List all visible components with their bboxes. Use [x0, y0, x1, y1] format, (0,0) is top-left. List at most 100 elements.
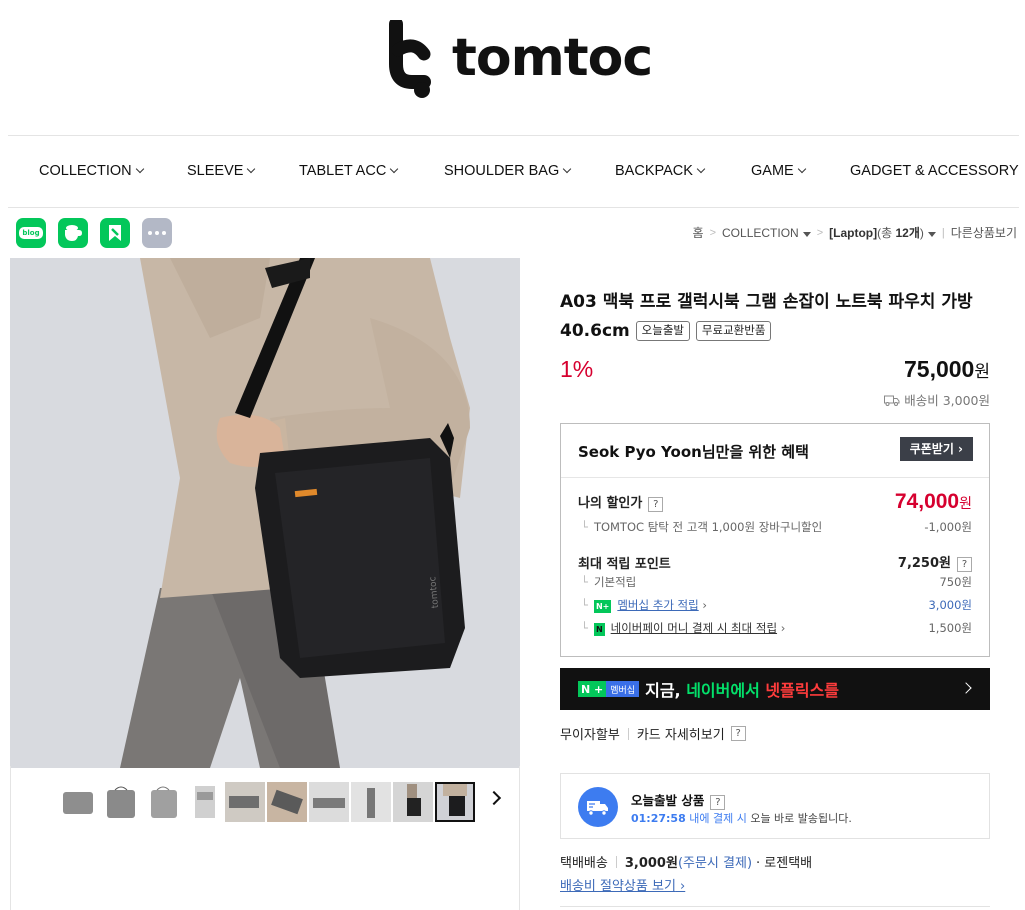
nav-backpack[interactable]: BACKPACK	[615, 163, 706, 179]
nav-sleeve[interactable]: SLEEVE	[187, 163, 256, 179]
coupon-button-label: 쿠폰받기	[909, 442, 954, 456]
nav-label: BACKPACK	[615, 163, 693, 179]
today-shipping-title-text: 오늘출발 상품	[631, 793, 705, 808]
discount-rate: 1%	[560, 356, 594, 382]
brand-logo[interactable]: tomtoc	[384, 20, 653, 100]
membership-points-row: N+멤버십 추가 적립 › 3,000원	[581, 597, 972, 613]
thumbnail[interactable]	[393, 782, 433, 822]
price: 75,000원	[904, 356, 990, 383]
breadcrumb-category-label: [Laptop]	[829, 226, 878, 240]
help-icon[interactable]: ?	[957, 557, 972, 572]
breadcrumb: 홈 > COLLECTION > [Laptop](총 12개) | 다른상품보…	[693, 224, 1017, 241]
chevron-down-icon	[390, 164, 399, 174]
promo-text: 지금, 네이버에서 넷플릭스를	[645, 677, 839, 701]
membership-points-label: 멤버십 추가 적립	[617, 598, 699, 612]
points-row: 최대 적립 포인트 7,250원?	[578, 552, 972, 572]
naver-plus-badge: N+	[593, 600, 612, 613]
today-shipping-desc: 01:27:58 내에 결제 시 오늘 바로 발송됩니다.	[631, 810, 852, 826]
thumbnail[interactable]	[225, 782, 265, 822]
nav-label: GAME	[751, 163, 794, 179]
today-within: 내에 결제 시	[685, 812, 747, 825]
chevron-down-icon	[247, 164, 256, 174]
basic-points-label: 기본적립	[581, 574, 636, 590]
thumbnail-selected[interactable]	[435, 782, 475, 822]
card-details-link[interactable]: 카드 자세히보기	[637, 724, 725, 743]
help-icon[interactable]: ?	[648, 497, 664, 512]
delivery-truck-icon	[578, 787, 618, 827]
chevron-right-icon	[960, 682, 972, 694]
benefit-header: Seok Pyo Yoon님만을 위한 혜택 쿠폰받기 ›	[561, 424, 989, 478]
thumbnail[interactable]	[101, 782, 141, 822]
thumbnail[interactable]	[185, 782, 225, 822]
badge-today-ship: 오늘출발	[635, 321, 690, 341]
shipping-saving-products-link[interactable]: 배송비 절약상품 보기 ›	[560, 875, 685, 894]
membership-points-value: 3,000원	[928, 598, 972, 612]
thumbnail[interactable]	[143, 782, 183, 822]
count-suffix: )	[919, 226, 924, 240]
nav-shoulder-bag[interactable]: SHOULDER BAG	[444, 163, 572, 179]
shipping-fee: 배송비 3,000원	[884, 390, 990, 409]
breadcrumb-collection-label: COLLECTION	[722, 225, 799, 240]
my-price-unit: 원	[959, 495, 972, 511]
shipping-fee-text: 배송비 3,000원	[904, 393, 990, 408]
naver-blog-share-button[interactable]: blog	[16, 218, 46, 248]
nav-tablet-acc[interactable]: TABLET ACC	[299, 163, 399, 179]
caret-down-icon	[802, 231, 811, 237]
nav-label: SHOULDER BAG	[444, 163, 560, 179]
nav-game[interactable]: GAME	[751, 163, 806, 179]
thumbnail[interactable]	[309, 782, 349, 822]
thumbnail[interactable]	[59, 782, 99, 822]
today-shipping-title: 오늘출발 상품?	[631, 790, 726, 810]
breadcrumb-home[interactable]: 홈	[693, 224, 704, 241]
brand-name: tomtoc	[452, 28, 653, 88]
product-main-image[interactable]: tomtoc	[10, 258, 520, 768]
npay-points-label: 네이버페이 머니 결제 시 최대 적립	[610, 621, 778, 635]
help-icon[interactable]: ?	[730, 726, 746, 741]
naver-pay-badge: N	[593, 623, 605, 636]
chevron-right-icon[interactable]	[486, 790, 502, 806]
delivery-row: 택배배송 3,000원 (주문시 결제) · 로젠택배	[560, 852, 812, 871]
basic-points-value: 750원	[939, 575, 972, 589]
bookmark-icon	[109, 225, 121, 241]
divider	[627, 727, 629, 740]
membership-points-link[interactable]: 멤버십 추가 적립	[617, 598, 698, 612]
breadcrumb-separator: >	[816, 226, 824, 239]
discount-detail: TOMTOC 탐탁 전 고객 1,000원 장바구니할인	[581, 519, 822, 535]
nav-label: GADGET & ACCESSORY	[850, 163, 1019, 179]
thumbnail[interactable]	[351, 782, 391, 822]
nav-gadget-accessory[interactable]: GADGET & ACCESSORY	[850, 163, 1019, 179]
share-buttons: blog	[16, 218, 172, 248]
benefit-box: Seok Pyo Yoon님만을 위한 혜택 쿠폰받기 › 나의 할인가? 74…	[560, 423, 990, 657]
membership-badge: 멤버십	[606, 681, 640, 697]
more-dots-icon	[148, 231, 166, 235]
thumbnail-strip	[10, 766, 520, 910]
breadcrumb-collection[interactable]: COLLECTION	[722, 226, 811, 240]
my-price-label: 나의 할인가	[578, 496, 643, 511]
badge-free-return: 무료교환반품	[695, 321, 772, 341]
promo-text-c: 넷플릭스를	[765, 681, 839, 700]
today-shipping-box: 오늘출발 상품? 01:27:58 내에 결제 시 오늘 바로 발송됩니다.	[560, 773, 990, 839]
price-unit: 원	[974, 362, 990, 381]
chevron-down-icon	[797, 164, 806, 174]
nav-label: TABLET ACC	[299, 163, 387, 179]
npay-points-link[interactable]: 네이버페이 머니 결제 시 최대 적립	[611, 621, 777, 635]
other-products-link[interactable]: 다른상품보기	[951, 224, 1017, 241]
nav-collection[interactable]: COLLECTION	[39, 163, 144, 179]
count-value: 12개	[895, 226, 920, 240]
npay-points-value: 1,500원	[928, 621, 972, 635]
thumbnail[interactable]	[267, 782, 307, 822]
naver-cafe-share-button[interactable]	[58, 218, 88, 248]
chevron-down-icon	[562, 164, 572, 174]
more-share-button[interactable]	[142, 218, 172, 248]
installment-label: 무이자할부	[560, 728, 620, 743]
breadcrumb-category[interactable]: [Laptop](총 12개)	[829, 224, 936, 241]
naver-netflix-promo-banner[interactable]: N + 멤버십 지금, 네이버에서 넷플릭스를	[560, 668, 990, 710]
npay-points-row: N네이버페이 머니 결제 시 최대 적립 › 1,500원	[581, 620, 972, 636]
get-coupon-button[interactable]: 쿠폰받기 ›	[899, 437, 973, 461]
promo-text-b: 네이버에서	[686, 681, 766, 700]
help-icon[interactable]: ?	[710, 795, 726, 810]
naver-bookmark-share-button[interactable]	[100, 218, 130, 248]
my-price-value: 74,000	[894, 490, 960, 513]
my-price-row: 나의 할인가? 74,000원	[578, 490, 972, 514]
courier-name: · 로젠택배	[756, 856, 813, 871]
